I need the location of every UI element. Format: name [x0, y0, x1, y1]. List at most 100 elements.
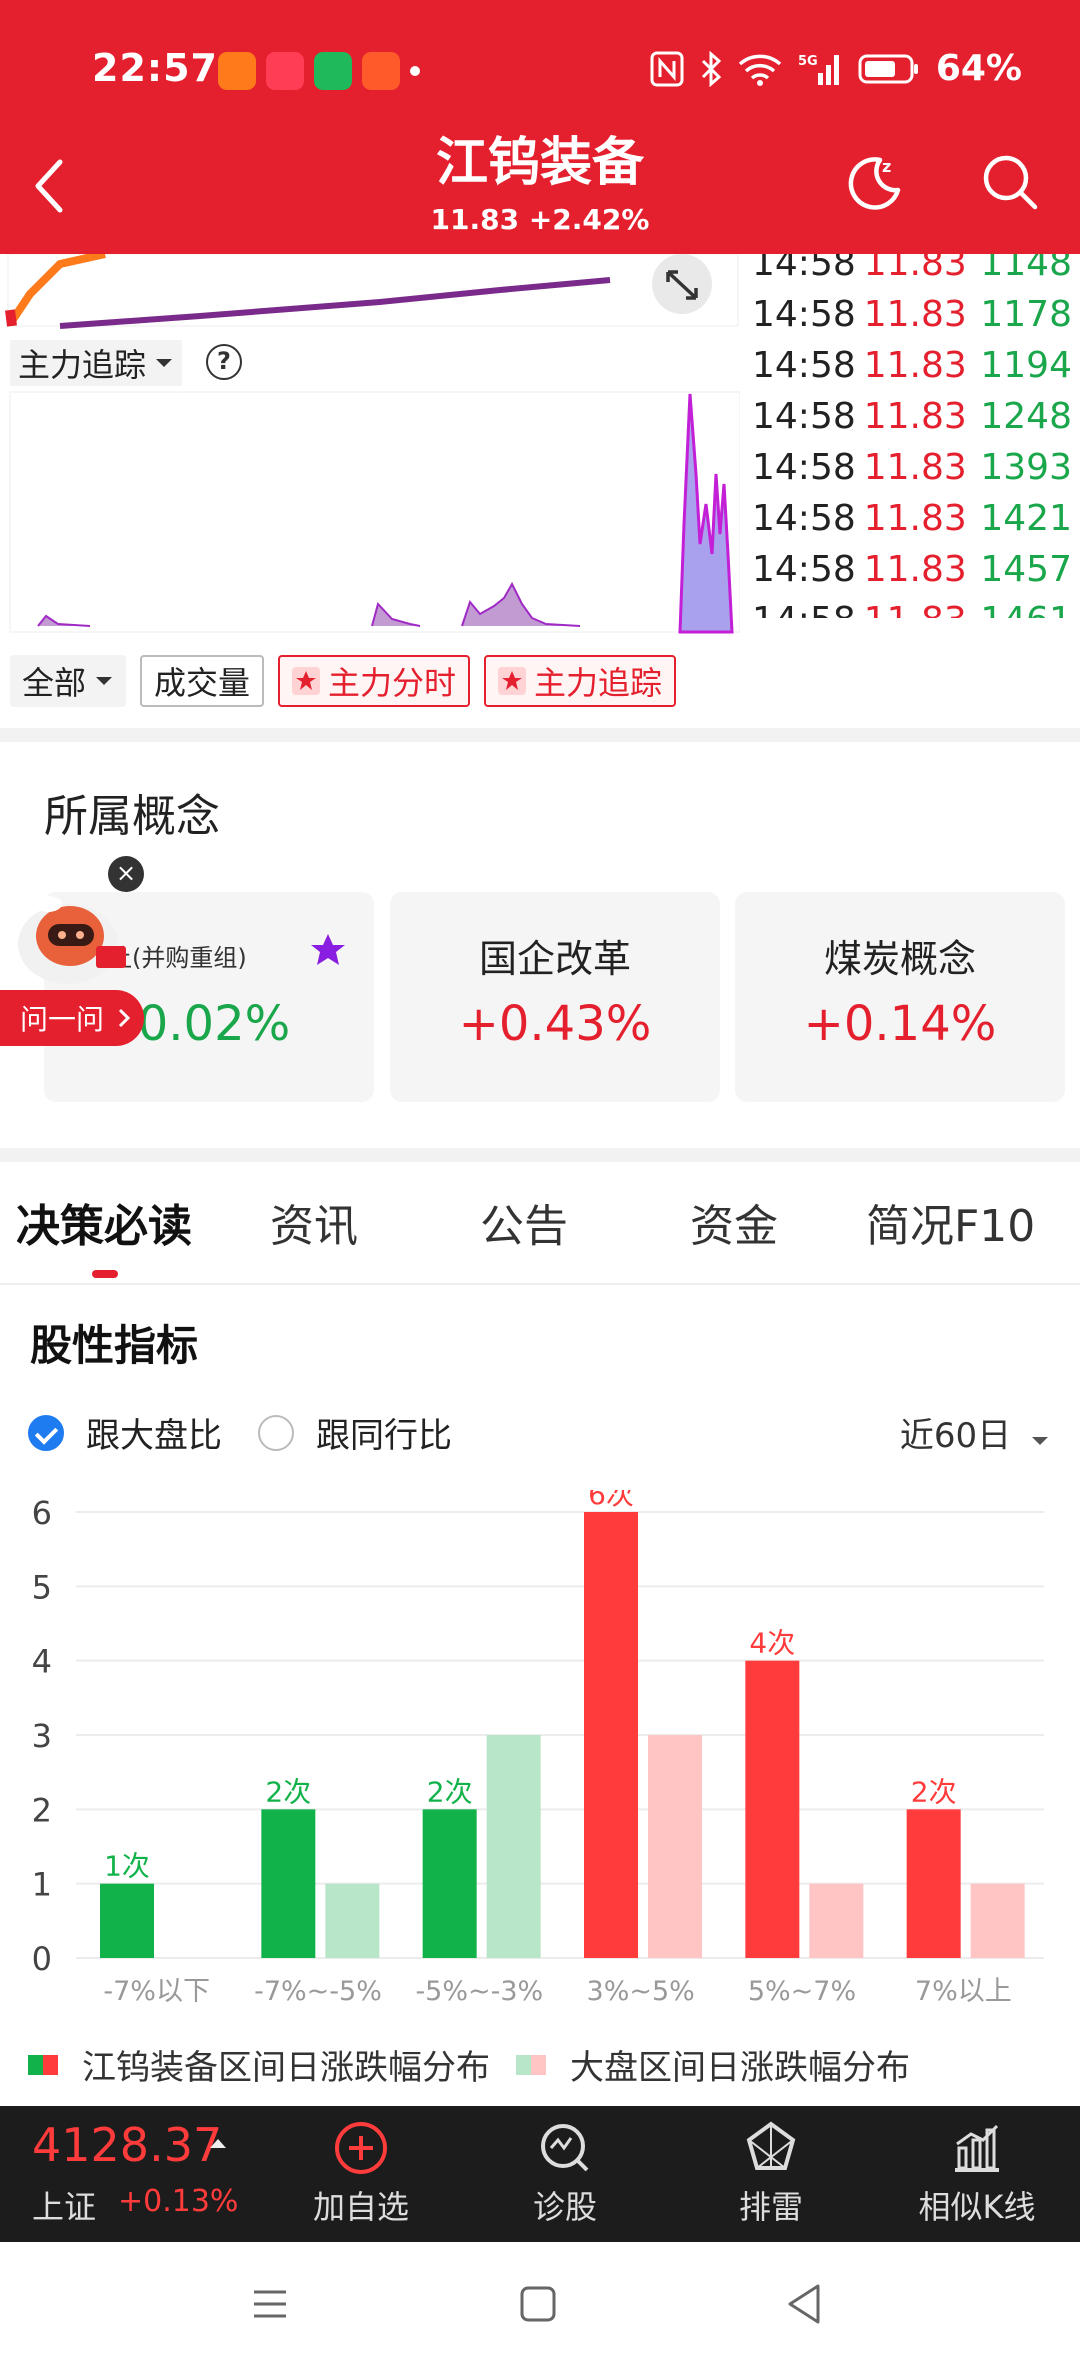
battery-icon — [858, 54, 918, 83]
concept-change: +0.43% — [458, 996, 652, 1052]
zhuli-zhuizong-label: 主力追踪 — [534, 664, 663, 702]
close-icon[interactable]: × — [108, 856, 144, 892]
zhuli-label-text: 主力追踪 — [18, 346, 147, 384]
concept-card[interactable]: 煤炭概念 +0.14% — [735, 892, 1065, 1102]
trade-price: 11.83 — [863, 396, 967, 437]
bar-value-label: 6次 — [588, 1490, 634, 1511]
trade-price: 11.83 — [863, 498, 967, 539]
market-bar — [970, 1883, 1025, 1958]
legend-stock-label: 江钨装备区间日涨跌幅分布 — [82, 2048, 490, 2088]
trade-vol: 1457 — [980, 549, 1072, 590]
wifi-icon — [738, 54, 781, 86]
zhuli-zhuizong-button[interactable]: 主力追踪 — [484, 655, 677, 707]
tab-news[interactable]: 资讯 — [270, 1190, 358, 1254]
similar-kline-button[interactable]: 相似K线 — [902, 2120, 1052, 2228]
ask-assistant-button[interactable]: 问一问 — [0, 990, 144, 1046]
bar-value-label: 2次 — [911, 1775, 957, 1808]
trade-vol: 1248 — [980, 396, 1072, 437]
compare-market-radio[interactable] — [28, 1414, 64, 1451]
period-dropdown[interactable]: 近60日 — [900, 1408, 1050, 1457]
bar-value-label: 2次 — [427, 1775, 473, 1808]
zhuli-tracking-dropdown[interactable]: 主力追踪 — [10, 340, 183, 386]
all-filter-dropdown[interactable]: 全部 — [10, 655, 127, 707]
tab-f10-overview[interactable]: 简况F10 — [866, 1190, 1035, 1254]
ask-label: 问一问 — [20, 1003, 105, 1036]
help-icon[interactable]: ? — [206, 344, 242, 380]
market-bar — [809, 1883, 864, 1958]
status-right: 5G 64% — [650, 48, 1022, 89]
status-time: 22:57 — [92, 46, 218, 90]
compare-peers-label[interactable]: 跟同行比 — [316, 1408, 452, 1457]
tab-decision[interactable]: 决策必读 — [16, 1190, 192, 1254]
chevron-down-icon — [96, 677, 113, 685]
risk-icon — [746, 2121, 796, 2170]
tabs-divider — [0, 1283, 1080, 1285]
tick-trade-list[interactable]: 14:58 11.83 1148 14:58 11.83 1178 14:58 11.83 11… — [752, 238, 1080, 618]
back-triangle-icon[interactable] — [784, 2282, 824, 2326]
assistant-robot-icon[interactable] — [8, 884, 134, 994]
risk-scan-label: 排雷 — [738, 2188, 803, 2226]
concept-card[interactable]: 国企改革 +0.43% — [390, 892, 720, 1102]
battery-percent: 64% — [935, 48, 1022, 89]
svg-text:5G: 5G — [798, 54, 818, 69]
status-app-icons — [218, 52, 420, 90]
concept-name: 国企改革 — [478, 937, 631, 981]
category-label: -7%以下 — [103, 1976, 210, 2007]
y-tick-label: 1 — [32, 1866, 52, 1904]
header: 22:57 5G 64% 江钨装备 11.83 +2.42% z — [0, 0, 1080, 254]
trade-time: 14:58 — [752, 294, 856, 335]
stock-bar — [261, 1809, 316, 1958]
category-label: -5%~-3% — [415, 1976, 543, 2007]
y-tick-label: 0 — [32, 1940, 52, 1978]
trade-price: 11.83 — [863, 549, 967, 590]
market-bar — [486, 1735, 541, 1958]
section-divider — [0, 728, 1080, 742]
stock-price-change: 11.83 +2.42% — [430, 203, 650, 236]
app-notification-icon — [218, 52, 256, 90]
volume-filter-button[interactable]: 成交量 — [140, 655, 265, 707]
bluetooth-icon — [701, 50, 722, 87]
trade-vol: 1178 — [980, 294, 1072, 335]
y-tick-label: 6 — [32, 1494, 52, 1532]
intraday-chart[interactable] — [0, 254, 740, 634]
bar-value-label: 2次 — [265, 1775, 311, 1808]
market-bar — [648, 1735, 702, 1958]
trade-price: 11.83 — [863, 345, 967, 386]
trade-time: 14:58 — [752, 498, 856, 539]
chevron-right-icon — [118, 1008, 131, 1028]
night-mode-icon[interactable]: z — [842, 150, 906, 214]
compare-market-label[interactable]: 跟大盘比 — [86, 1408, 222, 1457]
distribution-bar-chart: 0 1 2 3 4 5 6 1次 -7%以下 2次 -7%~-5% 2次 -5%~-3% 6次 3%~5% 4… — [32, 1490, 1044, 2007]
index-name: 上证 — [32, 2188, 97, 2226]
trade-row: 14:58 11.83 1421 — [752, 493, 1080, 544]
stock-bar — [584, 1512, 638, 1958]
tab-funds[interactable]: 资金 — [690, 1190, 778, 1254]
index-value[interactable]: 4128.37 — [32, 2118, 222, 2172]
kline-icon — [955, 2124, 999, 2172]
legend-market-label: 大盘区间日涨跌幅分布 — [570, 2048, 910, 2088]
trade-time: 14:58 — [752, 396, 856, 437]
trade-vol: 1194 — [980, 345, 1072, 386]
compare-peers-radio[interactable] — [258, 1414, 294, 1451]
trade-time: 14:58 — [752, 345, 856, 386]
concepts-title: 所属概念 — [44, 791, 220, 842]
legend-swatch-market — [516, 2054, 546, 2075]
search-icon[interactable] — [978, 150, 1042, 214]
risk-scan-button[interactable]: 排雷 — [696, 2120, 846, 2228]
all-filter-label: 全部 — [22, 664, 87, 702]
diagnose-label: 诊股 — [532, 2188, 597, 2226]
trade-row: 14:58 11.83 1194 — [752, 340, 1080, 391]
up-arrow-icon — [210, 2139, 226, 2148]
tab-announcements[interactable]: 公告 — [480, 1190, 568, 1254]
stock-name: 江钨装备 — [435, 133, 644, 193]
add-circle-icon — [335, 2122, 387, 2174]
add-watchlist-button[interactable]: 加自选 — [286, 2120, 436, 2228]
menu-icon[interactable] — [250, 2284, 290, 2324]
diagnose-button[interactable]: 诊股 — [490, 2120, 640, 2228]
trade-price: 11.83 — [863, 294, 967, 335]
zhuli-fenshi-button[interactable]: 主力分时 — [278, 655, 471, 707]
stock-bar — [745, 1660, 800, 1958]
trade-vol: 1421 — [980, 498, 1072, 539]
category-label: 7%以上 — [915, 1976, 1012, 2007]
home-square-icon[interactable] — [518, 2284, 558, 2324]
